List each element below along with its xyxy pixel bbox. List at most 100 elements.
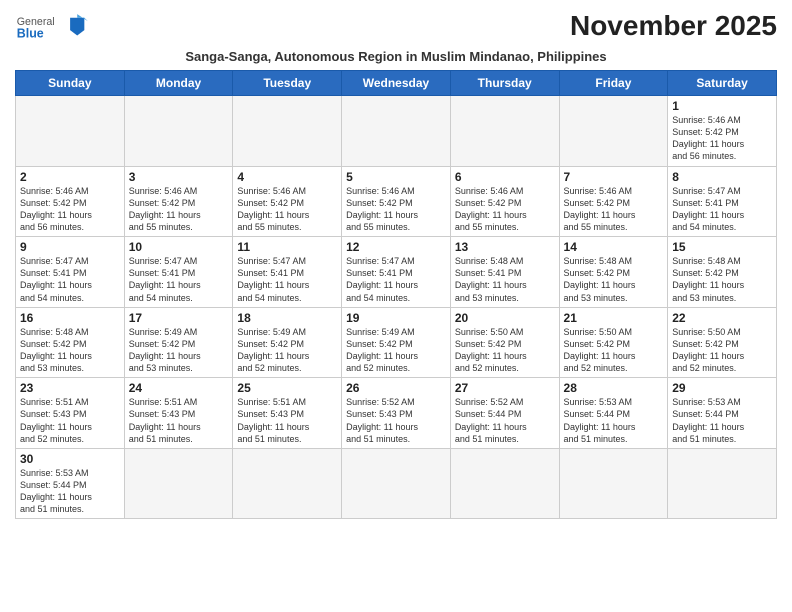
day-number: 28 bbox=[564, 381, 664, 395]
day-number: 22 bbox=[672, 311, 772, 325]
calendar-cell: 11Sunrise: 5:47 AM Sunset: 5:41 PM Dayli… bbox=[233, 237, 342, 308]
day-number: 30 bbox=[20, 452, 120, 466]
day-info: Sunrise: 5:50 AM Sunset: 5:42 PM Dayligh… bbox=[564, 326, 664, 375]
day-info: Sunrise: 5:48 AM Sunset: 5:41 PM Dayligh… bbox=[455, 255, 555, 304]
day-info: Sunrise: 5:51 AM Sunset: 5:43 PM Dayligh… bbox=[237, 396, 337, 445]
calendar-cell: 14Sunrise: 5:48 AM Sunset: 5:42 PM Dayli… bbox=[559, 237, 668, 308]
day-number: 4 bbox=[237, 170, 337, 184]
day-info: Sunrise: 5:47 AM Sunset: 5:41 PM Dayligh… bbox=[129, 255, 229, 304]
day-info: Sunrise: 5:53 AM Sunset: 5:44 PM Dayligh… bbox=[20, 467, 120, 516]
calendar-week-3: 9Sunrise: 5:47 AM Sunset: 5:41 PM Daylig… bbox=[16, 237, 777, 308]
day-number: 1 bbox=[672, 99, 772, 113]
calendar-week-5: 23 Sunrise: 5:51 AM Sunset: 5:43 PM Dayli… bbox=[16, 378, 777, 449]
subtitle: Sanga-Sanga, Autonomous Region in Muslim… bbox=[15, 49, 777, 64]
calendar-cell: 5Sunrise: 5:46 AM Sunset: 5:42 PM Daylig… bbox=[342, 166, 451, 237]
day-number: 25 bbox=[237, 381, 337, 395]
weekday-saturday: Saturday bbox=[668, 71, 777, 96]
calendar-cell: 13Sunrise: 5:48 AM Sunset: 5:41 PM Dayli… bbox=[450, 237, 559, 308]
calendar-cell bbox=[16, 96, 125, 167]
calendar-cell: 9Sunrise: 5:47 AM Sunset: 5:41 PM Daylig… bbox=[16, 237, 125, 308]
calendar-cell bbox=[559, 448, 668, 519]
calendar-cell bbox=[342, 96, 451, 167]
day-number: 23 bbox=[20, 381, 120, 395]
calendar-cell: 28Sunrise: 5:53 AM Sunset: 5:44 PM Dayli… bbox=[559, 378, 668, 449]
day-info: Sunrise: 5:46 AM Sunset: 5:42 PM Dayligh… bbox=[20, 185, 120, 234]
day-info: Sunrise: 5:46 AM Sunset: 5:42 PM Dayligh… bbox=[672, 114, 772, 163]
day-info: Sunrise: 5:51 AM Sunset: 5:43 PM Dayligh… bbox=[129, 396, 229, 445]
page-title: November 2025 bbox=[570, 10, 777, 42]
calendar-week-2: 2Sunrise: 5:46 AM Sunset: 5:42 PM Daylig… bbox=[16, 166, 777, 237]
calendar-cell: 23Sunrise: 5:51 AM Sunset: 5:43 PM Dayli… bbox=[16, 378, 125, 449]
day-number: 16 bbox=[20, 311, 120, 325]
calendar-cell: 27Sunrise: 5:52 AM Sunset: 5:44 PM Dayli… bbox=[450, 378, 559, 449]
logo-svg: General Blue bbox=[15, 10, 95, 45]
day-info: Sunrise: 5:48 AM Sunset: 5:42 PM Dayligh… bbox=[672, 255, 772, 304]
day-info: Sunrise: 5:50 AM Sunset: 5:42 PM Dayligh… bbox=[672, 326, 772, 375]
weekday-thursday: Thursday bbox=[450, 71, 559, 96]
calendar-cell: 10Sunrise: 5:47 AM Sunset: 5:41 PM Dayli… bbox=[124, 237, 233, 308]
day-info: Sunrise: 5:46 AM Sunset: 5:42 PM Dayligh… bbox=[129, 185, 229, 234]
weekday-tuesday: Tuesday bbox=[233, 71, 342, 96]
calendar-week-6: 30Sunrise: 5:53 AM Sunset: 5:44 PM Dayli… bbox=[16, 448, 777, 519]
calendar-cell: 2Sunrise: 5:46 AM Sunset: 5:42 PM Daylig… bbox=[16, 166, 125, 237]
day-info: Sunrise: 5:52 AM Sunset: 5:43 PM Dayligh… bbox=[346, 396, 446, 445]
weekday-wednesday: Wednesday bbox=[342, 71, 451, 96]
calendar-week-1: 1Sunrise: 5:46 AM Sunset: 5:42 PM Daylig… bbox=[16, 96, 777, 167]
calendar-cell bbox=[124, 96, 233, 167]
day-number: 21 bbox=[564, 311, 664, 325]
calendar-cell: 18Sunrise: 5:49 AM Sunset: 5:42 PM Dayli… bbox=[233, 307, 342, 378]
calendar-cell: 29Sunrise: 5:53 AM Sunset: 5:44 PM Dayli… bbox=[668, 378, 777, 449]
calendar-cell bbox=[124, 448, 233, 519]
calendar-cell bbox=[450, 448, 559, 519]
day-info: Sunrise: 5:46 AM Sunset: 5:42 PM Dayligh… bbox=[455, 185, 555, 234]
calendar-cell: 8Sunrise: 5:47 AM Sunset: 5:41 PM Daylig… bbox=[668, 166, 777, 237]
calendar-cell: 12Sunrise: 5:47 AM Sunset: 5:41 PM Dayli… bbox=[342, 237, 451, 308]
weekday-header-row: SundayMondayTuesdayWednesdayThursdayFrid… bbox=[16, 71, 777, 96]
calendar-cell bbox=[342, 448, 451, 519]
svg-text:Blue: Blue bbox=[17, 26, 44, 40]
day-info: Sunrise: 5:46 AM Sunset: 5:42 PM Dayligh… bbox=[346, 185, 446, 234]
day-info: Sunrise: 5:50 AM Sunset: 5:42 PM Dayligh… bbox=[455, 326, 555, 375]
day-number: 20 bbox=[455, 311, 555, 325]
day-number: 12 bbox=[346, 240, 446, 254]
calendar-week-4: 16Sunrise: 5:48 AM Sunset: 5:42 PM Dayli… bbox=[16, 307, 777, 378]
day-info: Sunrise: 5:49 AM Sunset: 5:42 PM Dayligh… bbox=[237, 326, 337, 375]
calendar-cell: 22Sunrise: 5:50 AM Sunset: 5:42 PM Dayli… bbox=[668, 307, 777, 378]
day-info: Sunrise: 5:47 AM Sunset: 5:41 PM Dayligh… bbox=[237, 255, 337, 304]
calendar-cell: 19Sunrise: 5:49 AM Sunset: 5:42 PM Dayli… bbox=[342, 307, 451, 378]
calendar-cell: 26Sunrise: 5:52 AM Sunset: 5:43 PM Dayli… bbox=[342, 378, 451, 449]
day-info: Sunrise: 5:49 AM Sunset: 5:42 PM Dayligh… bbox=[346, 326, 446, 375]
header: General Blue November 2025 bbox=[15, 10, 777, 45]
calendar-cell: 16Sunrise: 5:48 AM Sunset: 5:42 PM Dayli… bbox=[16, 307, 125, 378]
calendar-cell: 30Sunrise: 5:53 AM Sunset: 5:44 PM Dayli… bbox=[16, 448, 125, 519]
day-number: 26 bbox=[346, 381, 446, 395]
calendar-cell bbox=[233, 96, 342, 167]
day-number: 7 bbox=[564, 170, 664, 184]
day-info: Sunrise: 5:47 AM Sunset: 5:41 PM Dayligh… bbox=[346, 255, 446, 304]
day-info: Sunrise: 5:47 AM Sunset: 5:41 PM Dayligh… bbox=[20, 255, 120, 304]
calendar-cell: 24Sunrise: 5:51 AM Sunset: 5:43 PM Dayli… bbox=[124, 378, 233, 449]
page: General Blue November 2025 Sanga-Sanga, … bbox=[0, 0, 792, 529]
day-number: 24 bbox=[129, 381, 229, 395]
weekday-sunday: Sunday bbox=[16, 71, 125, 96]
calendar-cell: 3Sunrise: 5:46 AM Sunset: 5:42 PM Daylig… bbox=[124, 166, 233, 237]
day-number: 29 bbox=[672, 381, 772, 395]
calendar-cell: 17Sunrise: 5:49 AM Sunset: 5:42 PM Dayli… bbox=[124, 307, 233, 378]
day-number: 9 bbox=[20, 240, 120, 254]
calendar-cell: 25Sunrise: 5:51 AM Sunset: 5:43 PM Dayli… bbox=[233, 378, 342, 449]
calendar-cell: 15Sunrise: 5:48 AM Sunset: 5:42 PM Dayli… bbox=[668, 237, 777, 308]
calendar-cell bbox=[450, 96, 559, 167]
day-number: 3 bbox=[129, 170, 229, 184]
calendar-cell: 4Sunrise: 5:46 AM Sunset: 5:42 PM Daylig… bbox=[233, 166, 342, 237]
day-number: 6 bbox=[455, 170, 555, 184]
calendar-cell: 1Sunrise: 5:46 AM Sunset: 5:42 PM Daylig… bbox=[668, 96, 777, 167]
calendar-cell: 6Sunrise: 5:46 AM Sunset: 5:42 PM Daylig… bbox=[450, 166, 559, 237]
day-number: 11 bbox=[237, 240, 337, 254]
day-number: 10 bbox=[129, 240, 229, 254]
calendar-cell: 21Sunrise: 5:50 AM Sunset: 5:42 PM Dayli… bbox=[559, 307, 668, 378]
logo: General Blue bbox=[15, 10, 95, 45]
day-info: Sunrise: 5:46 AM Sunset: 5:42 PM Dayligh… bbox=[237, 185, 337, 234]
calendar-cell: 20Sunrise: 5:50 AM Sunset: 5:42 PM Dayli… bbox=[450, 307, 559, 378]
day-info: Sunrise: 5:47 AM Sunset: 5:41 PM Dayligh… bbox=[672, 185, 772, 234]
day-number: 15 bbox=[672, 240, 772, 254]
